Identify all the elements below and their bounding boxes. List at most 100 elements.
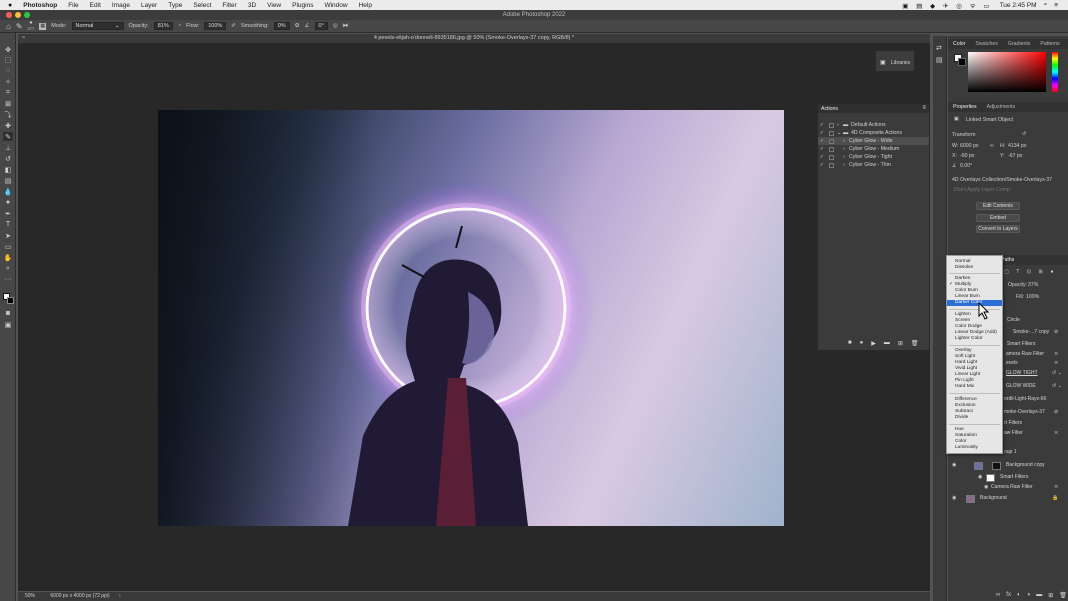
tab-properties[interactable]: Properties (948, 104, 982, 110)
gear-icon[interactable]: ⚙ (295, 23, 300, 29)
y-value[interactable]: -67 px (1008, 153, 1022, 159)
new-set-icon[interactable]: ▬ (884, 340, 890, 347)
menu-layer[interactable]: Layer (141, 2, 157, 9)
action-set-row[interactable]: ✓ › ▬ Default Actions (818, 121, 929, 129)
pen-tool-icon[interactable]: ✒ (3, 209, 13, 218)
dodge-tool-icon[interactable]: ● (3, 198, 13, 207)
check-icon[interactable]: ✓ (818, 162, 826, 168)
filter-options-icon[interactable]: ≍ (1054, 351, 1058, 357)
screen-mode-icon[interactable]: ▣ (3, 320, 13, 329)
tab-color[interactable]: Color (948, 41, 970, 47)
layer-row[interactable]: ◉ Camera Raw Filter ≍ (948, 484, 1068, 494)
move-tool-icon[interactable]: ✥ (3, 45, 13, 54)
eye-icon[interactable]: ◉ (978, 474, 982, 480)
dialog-toggle[interactable] (829, 138, 834, 144)
menu-select[interactable]: Select (193, 2, 211, 9)
play-icon[interactable]: ▶ (871, 340, 876, 347)
actions-title[interactable]: Actions (821, 106, 838, 112)
new-layer-icon[interactable]: ⊞ (1048, 592, 1053, 599)
blend-option[interactable]: Divide (947, 415, 1002, 421)
panel-menu-icon[interactable]: ≡ (922, 105, 926, 111)
rectangle-tool-icon[interactable]: ▭ (3, 242, 13, 251)
eraser-tool-icon[interactable]: ◧ (3, 165, 13, 174)
record-icon[interactable]: ● (860, 340, 864, 347)
group-icon[interactable]: ▬ (1036, 592, 1042, 599)
convert-to-layers-button[interactable]: Convert to Layers (976, 225, 1020, 233)
symmetry-icon[interactable]: ⧓ (343, 23, 349, 29)
tab-adjustments[interactable]: Adjustments (982, 104, 1021, 110)
w-value[interactable]: 6000 px (960, 143, 978, 149)
menu-type[interactable]: Type (168, 2, 182, 9)
blend-option[interactable]: Dissolve (947, 265, 1002, 271)
zoom-tool-icon[interactable]: ⌕ (3, 264, 13, 273)
filter-options-icon[interactable]: ≍ (1054, 484, 1058, 490)
new-action-icon[interactable]: ⊞ (898, 340, 903, 347)
link-layers-icon[interactable]: ∞ (996, 592, 1000, 599)
filter-options-icon[interactable]: ≍ (1054, 430, 1058, 436)
minimize-window-button[interactable] (15, 12, 21, 18)
fx-icon[interactable]: ↺ ⌄ (1052, 383, 1062, 389)
filter-icons[interactable]: ▢ T ⊡ ⊞ ● (1004, 269, 1056, 275)
layer-row[interactable]: ◉ Smart Filters (948, 474, 1068, 484)
trash-icon[interactable]: 🗑 (911, 340, 919, 347)
history-icon[interactable]: ⇄ (936, 44, 942, 52)
more-tools-icon[interactable]: ··· (3, 275, 13, 284)
eyedropper-tool-icon[interactable]: ⤵ (3, 110, 13, 119)
bg-swatch[interactable] (958, 58, 966, 66)
type-tool-icon[interactable]: T (3, 220, 13, 229)
document-image[interactable] (158, 110, 784, 526)
close-icon[interactable]: × (22, 34, 25, 43)
search-icon[interactable]: ⌕ (1044, 1, 1048, 9)
lock-icon[interactable]: 🔒 (1052, 495, 1058, 501)
menu-app-photoshop[interactable]: Photoshop (23, 2, 57, 9)
mode-select[interactable]: Normal ⌄ (71, 22, 124, 30)
action-set-row[interactable]: ✓ ⌄ ▬ 4D Composite Actions (818, 129, 929, 137)
h-value[interactable]: 4134 px (1008, 143, 1026, 149)
menu-help[interactable]: Help (359, 2, 372, 9)
home-icon[interactable]: ⌂ (6, 22, 11, 31)
eye-icon[interactable]: ◉ (984, 484, 988, 490)
eye-icon[interactable]: ◉ (952, 462, 956, 468)
reset-icon[interactable]: ↺ (1022, 131, 1026, 137)
close-window-button[interactable] (6, 12, 12, 18)
dialog-toggle[interactable] (829, 130, 834, 136)
crop-tool-icon[interactable]: ⌗ (3, 88, 13, 97)
check-icon[interactable]: ✓ (818, 122, 826, 128)
blend-option[interactable]: Lighter Color (947, 336, 1002, 342)
menu-edit[interactable]: Edit (90, 2, 101, 9)
stop-icon[interactable]: ■ (848, 340, 852, 347)
layer-comp-select[interactable]: Don't Apply Layer Comp (954, 187, 1010, 193)
gradient-tool-icon[interactable]: ▤ (3, 176, 13, 185)
mask-icon[interactable]: ◐ (1017, 592, 1021, 599)
menu-window[interactable]: Window (324, 2, 347, 9)
menu-plugins[interactable]: Plugins (292, 2, 313, 9)
brush-preset-picker[interactable]: ● 277 (28, 20, 35, 31)
healing-tool-icon[interactable]: ✚ (3, 121, 13, 130)
action-row[interactable]: ✓ › Cyber Glow - Tight (818, 153, 929, 161)
filter-options-icon[interactable]: ≍ (1054, 360, 1058, 366)
history-brush-tool-icon[interactable]: ↺ (3, 154, 13, 163)
dialog-toggle[interactable] (829, 146, 834, 152)
blend-option[interactable]: Luminosity (947, 445, 1002, 451)
dialog-toggle[interactable] (829, 122, 834, 128)
document-tab[interactable]: × 4 pexels-elijah-o'donnell-8935186.jpg … (18, 34, 930, 43)
quick-select-tool-icon[interactable]: ✧ (3, 77, 13, 86)
layer-row[interactable]: ◉ Background 🔒 (948, 495, 1068, 505)
eye-icon[interactable]: ◉ (952, 495, 956, 501)
zoom-window-button[interactable] (24, 12, 30, 18)
adjustment-icon[interactable]: ◑ (1027, 592, 1031, 599)
quick-mask-icon[interactable]: ◙ (3, 309, 13, 318)
tab-gradients[interactable]: Gradients (1003, 41, 1036, 47)
menu-3d[interactable]: 3D (248, 2, 256, 9)
edit-contents-button[interactable]: Edit Contents (976, 202, 1020, 210)
opacity-value[interactable]: 37% (1028, 282, 1038, 288)
brush-tool-icon[interactable]: ✎ (16, 22, 23, 31)
status-icons[interactable]: ▣ ▤ ◆ ✈ ◎ ᯤ ▭ (902, 1, 992, 10)
blur-tool-icon[interactable]: 💧 (3, 187, 13, 196)
menu-view[interactable]: View (267, 2, 281, 9)
blend-option-highlighted[interactable]: Darker Color (947, 300, 1002, 306)
menubar-clock[interactable]: Tue 2:45 PM (1000, 2, 1037, 9)
opacity-input[interactable]: 81% (153, 22, 173, 30)
libraries-panel[interactable]: ▣ Libraries (875, 50, 915, 72)
lasso-tool-icon[interactable]: ◌ (3, 66, 13, 75)
